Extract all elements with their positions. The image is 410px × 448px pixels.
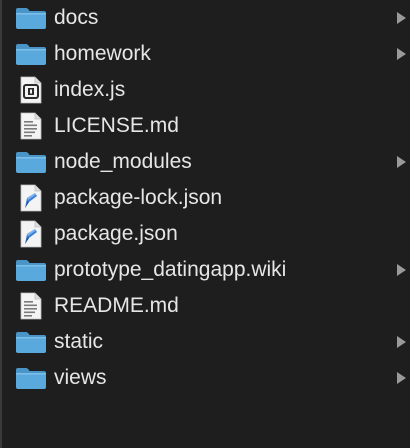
chevron-right-icon[interactable] — [397, 264, 406, 276]
chevron-right-icon[interactable] — [397, 156, 406, 168]
folder-row-homework[interactable]: homework — [0, 36, 410, 72]
item-label: views — [54, 366, 107, 389]
file-list: docs homework index.js LICENSE.md node_m… — [0, 0, 410, 396]
folder-icon — [14, 0, 48, 36]
chevron-right-icon[interactable] — [397, 372, 406, 384]
chevron-right-icon[interactable] — [397, 336, 406, 348]
folder-icon — [14, 36, 48, 72]
item-label: static — [54, 330, 104, 353]
folder-row-static[interactable]: static — [0, 324, 410, 360]
folder-row-prototype-datingapp-wiki[interactable]: prototype_datingapp.wiki — [0, 252, 410, 288]
item-label: README.md — [54, 294, 179, 317]
file-browser-column: docs homework index.js LICENSE.md node_m… — [0, 0, 410, 448]
folder-icon — [14, 324, 48, 360]
file-row-license-md[interactable]: LICENSE.md — [0, 108, 410, 144]
item-label: prototype_datingapp.wiki — [54, 258, 287, 281]
folder-icon — [14, 252, 48, 288]
json-file-icon — [14, 216, 48, 252]
text-file-icon — [14, 108, 48, 144]
chevron-right-icon[interactable] — [397, 12, 406, 24]
item-label: LICENSE.md — [54, 114, 179, 137]
folder-row-docs[interactable]: docs — [0, 0, 410, 36]
chevron-right-icon[interactable] — [397, 48, 406, 60]
folder-row-views[interactable]: views — [0, 360, 410, 396]
file-row-package-json[interactable]: package.json — [0, 216, 410, 252]
text-file-icon — [14, 288, 48, 324]
item-label: homework — [54, 42, 151, 65]
folder-icon — [14, 360, 48, 396]
item-label: package-lock.json — [54, 186, 223, 209]
item-label: index.js — [54, 78, 126, 101]
item-label: node_modules — [54, 150, 192, 173]
json-file-icon — [14, 180, 48, 216]
js-file-icon — [14, 72, 48, 108]
file-row-package-lock-json[interactable]: package-lock.json — [0, 180, 410, 216]
file-row-readme-md[interactable]: README.md — [0, 288, 410, 324]
folder-row-node-modules[interactable]: node_modules — [0, 144, 410, 180]
folder-icon — [14, 144, 48, 180]
item-label: package.json — [54, 222, 178, 245]
item-label: docs — [54, 6, 99, 29]
file-row-index-js[interactable]: index.js — [0, 72, 410, 108]
